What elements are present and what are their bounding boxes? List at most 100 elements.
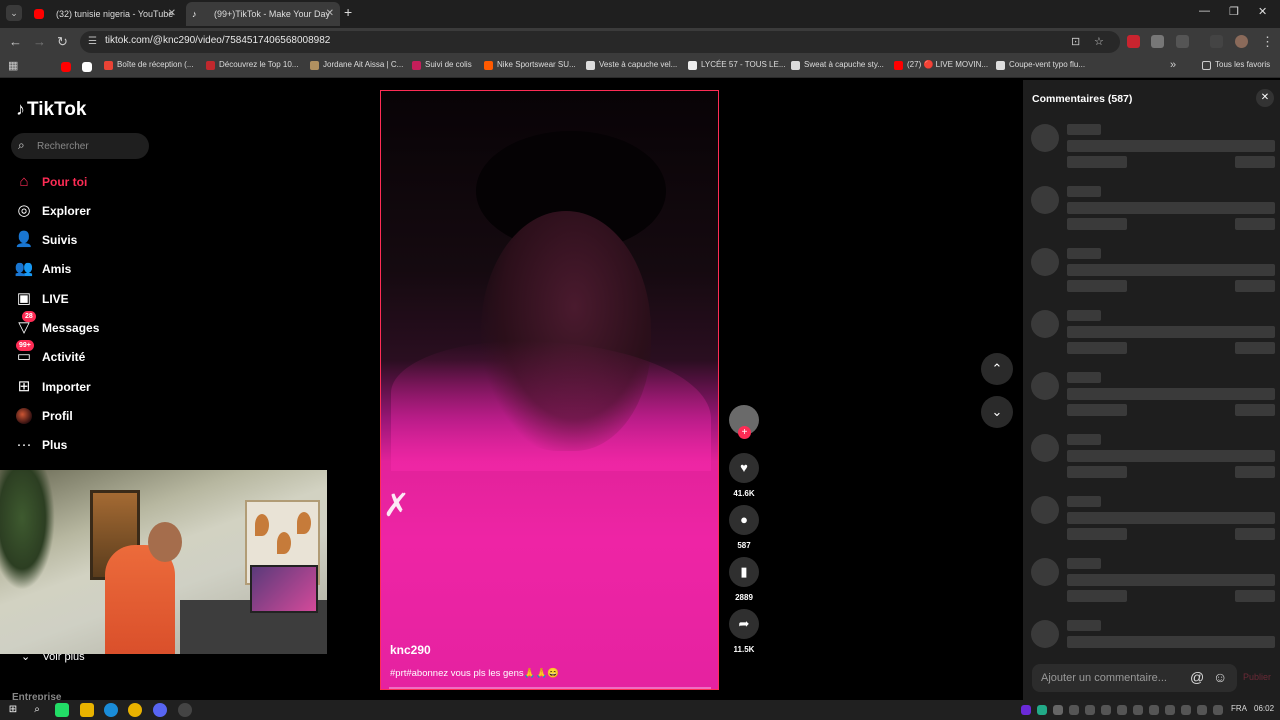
share-button[interactable]: ➦	[729, 609, 759, 639]
bookmark-item[interactable]: Coupe-vent typo flu...	[996, 60, 1085, 70]
mention-icon[interactable]: @	[1190, 669, 1204, 685]
bookmark-item[interactable]: Suivi de colis	[412, 60, 472, 70]
bookmark-item[interactable]: Jordane Ait Aissa | C...	[310, 60, 403, 70]
tray-app-icon[interactable]	[1037, 705, 1047, 715]
tab-label: (32) tunisie nigeria - YouTube	[56, 9, 174, 19]
close-window-icon[interactable]: ✕	[1258, 5, 1267, 18]
volume-icon[interactable]	[1213, 705, 1223, 715]
url-field[interactable]: ☰ tiktok.com/@knc290/video/7584517406568…	[80, 31, 1120, 53]
live-icon: ▣	[16, 290, 32, 307]
restore-window-icon[interactable]: ❐	[1229, 5, 1239, 18]
activity-badge: 99+	[16, 340, 34, 351]
leaf-shape	[297, 512, 311, 534]
discord-icon[interactable]	[153, 703, 167, 717]
save-count: 2889	[735, 593, 753, 602]
obs-icon[interactable]	[178, 703, 192, 717]
url-text: tiktok.com/@knc290/video/758451740656800…	[105, 35, 331, 46]
video-progress-bar[interactable]	[389, 687, 711, 689]
video-player[interactable]: ✗ knc290 #prt#abonnez vous pls les gens🙏…	[380, 90, 719, 690]
browser-tab-tiktok[interactable]: ♪ (99+)TikTok - Make Your Day ✕	[186, 2, 340, 26]
tray-app-icon[interactable]	[1069, 705, 1079, 715]
bookmark-item[interactable]: Découvrez le Top 10...	[206, 60, 298, 70]
messages-badge: 28	[22, 311, 36, 322]
tray-app-icon[interactable]	[1021, 705, 1031, 715]
close-tab-icon[interactable]: ✕	[326, 2, 334, 26]
comment-count: 587	[737, 541, 751, 550]
bookmark-item[interactable]: Boîte de réception (...	[104, 60, 194, 70]
file-explorer-icon[interactable]	[80, 703, 94, 717]
site-info-icon[interactable]: ☰	[88, 36, 97, 47]
clock[interactable]: 06:02	[1254, 704, 1274, 713]
follow-plus-icon[interactable]: +	[738, 426, 751, 439]
friends-icon: 👥	[14, 260, 34, 277]
like-button[interactable]: ♥	[729, 453, 759, 483]
reload-icon[interactable]: ↻	[57, 34, 68, 50]
profile-icon	[16, 408, 32, 424]
bookmark-item[interactable]: Veste à capuche vel...	[586, 60, 677, 70]
install-app-icon[interactable]: ⊡	[1071, 35, 1080, 48]
new-tab-button[interactable]: +	[344, 4, 352, 20]
microphone-icon[interactable]	[1117, 705, 1127, 715]
comment-skeleton	[1031, 124, 1276, 174]
comment-skeleton	[1031, 558, 1276, 608]
bookmark-item[interactable]: (27) 🔴 LIVE MOVIN...	[894, 60, 988, 70]
comment-button[interactable]: ●	[729, 505, 759, 535]
browser-menu-icon[interactable]: ⋮	[1261, 34, 1274, 50]
search-input[interactable]: ⌕ Rechercher	[11, 133, 149, 159]
profile-avatar-icon[interactable]	[1235, 35, 1248, 48]
next-video-button[interactable]: ⌄	[981, 396, 1013, 428]
comment-input[interactable]: Ajouter un commentaire... @ ☺	[1032, 664, 1237, 692]
search-placeholder: Rechercher	[37, 141, 89, 152]
publish-button[interactable]: Publier	[1243, 672, 1271, 682]
extension-icon[interactable]	[1151, 35, 1164, 48]
google-bookmark-icon[interactable]	[82, 62, 92, 72]
bookmark-item[interactable]: LYCÉE 57 - TOUS LE...	[688, 60, 785, 70]
creator-avatar[interactable]: +	[729, 405, 759, 439]
tiktok-logo[interactable]: ♪ TikTok	[16, 99, 86, 121]
edge-icon[interactable]	[104, 703, 118, 717]
comment-skeleton	[1031, 496, 1276, 546]
tray-app-icon[interactable]	[1165, 705, 1175, 715]
bookmark-item[interactable]: Sweat à capuche sty...	[791, 60, 884, 70]
streamer-head-image	[148, 522, 182, 562]
forward-icon[interactable]: →	[33, 34, 46, 49]
comment-skeleton	[1031, 372, 1276, 422]
store-icon[interactable]	[55, 703, 69, 717]
language-indicator[interactable]: FRA	[1231, 704, 1247, 713]
tab-search-button[interactable]: ⌄	[6, 5, 22, 21]
bookmark-star-icon[interactable]: ☆	[1094, 35, 1104, 48]
more-bookmarks-icon[interactable]: »	[1170, 59, 1176, 71]
tray-app-icon[interactable]	[1181, 705, 1191, 715]
browser-tab-bar: ⌄ (32) tunisie nigeria - YouTube ✕ ♪ (99…	[0, 0, 1280, 28]
minimize-window-icon[interactable]: —	[1199, 5, 1210, 17]
windows-start-icon[interactable]: ⊞	[6, 703, 20, 717]
close-tab-icon[interactable]: ✕	[168, 2, 176, 26]
tiktok-note-icon: ♪	[16, 99, 25, 119]
tray-app-icon[interactable]	[1053, 705, 1063, 715]
browser-tab-youtube[interactable]: (32) tunisie nigeria - YouTube ✕	[28, 2, 182, 26]
tray-app-icon[interactable]	[1149, 705, 1159, 715]
emoji-icon[interactable]: ☺	[1213, 669, 1227, 685]
comments-panel: Commentaires (587) ✕ Ajouter un commenta…	[1023, 80, 1280, 700]
chrome-icon[interactable]	[128, 703, 142, 717]
extension-icon[interactable]	[1127, 35, 1140, 48]
media-control-icon[interactable]	[1210, 35, 1223, 48]
bookmark-item[interactable]: Nike Sportswear SU...	[484, 60, 576, 70]
apps-grid-icon[interactable]: ▦	[8, 59, 18, 72]
youtube-bookmark-icon[interactable]	[61, 62, 71, 72]
close-comments-button[interactable]: ✕	[1256, 89, 1274, 107]
upload-icon: ⊞	[17, 378, 31, 395]
tray-app-icon[interactable]	[1101, 705, 1111, 715]
tray-app-icon[interactable]	[1085, 705, 1095, 715]
back-icon[interactable]: ←	[9, 34, 22, 49]
video-author[interactable]: knc290	[390, 643, 431, 657]
comment-skeleton	[1031, 310, 1276, 360]
save-button[interactable]: ▮	[729, 557, 759, 587]
tray-app-icon[interactable]	[1133, 705, 1143, 715]
network-icon[interactable]	[1197, 705, 1207, 715]
previous-video-button[interactable]: ⌃	[981, 353, 1013, 385]
extensions-puzzle-icon[interactable]	[1176, 35, 1189, 48]
all-bookmarks-folder[interactable]: Tous les favoris	[1202, 60, 1270, 70]
search-icon[interactable]: ⌕	[30, 703, 44, 717]
tiktok-favicon-icon: ♪	[192, 9, 197, 19]
